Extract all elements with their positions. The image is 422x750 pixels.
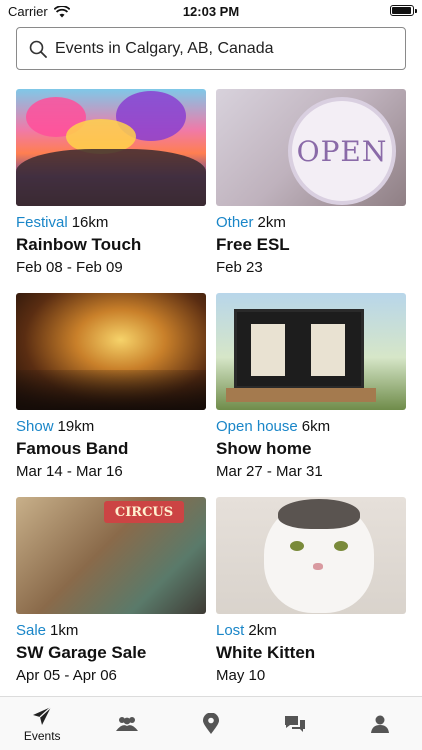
event-image [16, 293, 206, 410]
event-card[interactable]: Festival 16km Rainbow Touch Feb 08 - Feb … [16, 89, 206, 277]
event-dates: May 10 [216, 667, 266, 684]
chat-bubbles-icon [285, 715, 306, 732]
event-distance: 6km [301, 418, 331, 435]
event-card[interactable]: OPEN Other 2km Free ESL Feb 23 [216, 89, 406, 277]
tab-bar: Events [0, 696, 422, 750]
event-card[interactable]: Lost 2km White Kitten May 10 [216, 497, 406, 685]
battery-icon [390, 5, 417, 16]
event-distance: 2km [257, 214, 286, 231]
event-category[interactable]: Show [16, 418, 54, 435]
event-title: Show home [216, 439, 312, 458]
people-icon [115, 716, 138, 731]
event-card[interactable]: Show 19km Famous Band Mar 14 - Mar 16 [16, 293, 206, 481]
event-image [16, 89, 206, 206]
event-distance: 1km [50, 622, 79, 639]
event-dates: Mar 27 - Mar 31 [216, 463, 323, 480]
event-category[interactable]: Open house [216, 418, 298, 435]
paper-plane-icon [33, 706, 52, 725]
event-dates: Feb 08 - Feb 09 [16, 259, 123, 276]
event-category[interactable]: Sale [16, 622, 46, 639]
event-title: SW Garage Sale [16, 643, 147, 662]
circus-sign: CIRCUS [104, 501, 184, 523]
event-dates: Mar 14 - Mar 16 [16, 463, 123, 480]
status-bar: Carrier 12:03 PM [0, 0, 422, 22]
event-image: CIRCUS [16, 497, 206, 614]
tab-messages[interactable] [253, 697, 337, 750]
event-card[interactable]: CIRCUS Sale 1km SW Garage Sale Apr 05 - A… [16, 497, 206, 685]
event-dates: Feb 23 [216, 259, 263, 276]
tab-profile[interactable] [338, 697, 422, 750]
status-time: 12:03 PM [182, 4, 240, 19]
event-dates: Apr 05 - Apr 06 [16, 667, 117, 684]
event-image: OPEN [216, 89, 406, 206]
tab-map[interactable] [169, 697, 253, 750]
event-distance: 2km [248, 622, 277, 639]
map-pin-icon [203, 712, 220, 734]
tab-people[interactable] [84, 697, 168, 750]
event-title: Rainbow Touch [16, 235, 142, 254]
event-category[interactable]: Lost [216, 622, 244, 639]
event-image [216, 293, 406, 410]
event-distance: 16km [71, 214, 109, 231]
search-icon [29, 40, 47, 58]
tab-events[interactable]: Events [0, 697, 84, 750]
event-distance: 19km [57, 418, 95, 435]
event-category[interactable]: Other [216, 214, 254, 231]
search-value: Events in Calgary, AB, Canada [55, 39, 274, 57]
event-title: Free ESL [216, 235, 290, 254]
event-title: White Kitten [216, 643, 316, 662]
person-icon [370, 715, 389, 733]
event-title: Famous Band [16, 439, 129, 458]
event-category[interactable]: Festival [16, 214, 68, 231]
battery-level [392, 7, 411, 14]
event-card[interactable]: Open house 6km Show home Mar 27 - Mar 31 [216, 293, 406, 481]
tab-label: Events [23, 728, 61, 743]
search-input[interactable]: Events in Calgary, AB, Canada [16, 27, 406, 70]
event-image [216, 497, 406, 614]
open-sign: OPEN [288, 97, 396, 205]
